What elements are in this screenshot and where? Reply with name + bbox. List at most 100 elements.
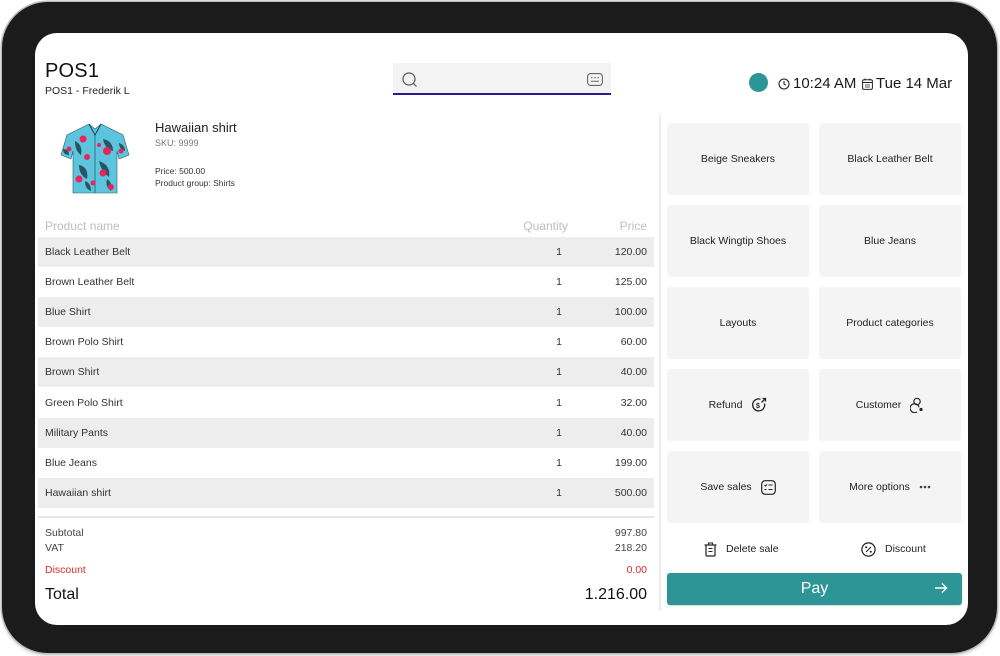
refund-icon: $	[752, 397, 767, 412]
table-row[interactable]: Black Leather Belt 1 120.00	[38, 237, 654, 268]
cart-table: Product name Quantity Price Black Leathe…	[38, 215, 654, 508]
table-row[interactable]: Military Pants 1 40.00	[38, 417, 654, 448]
table-row[interactable]: Brown Leather Belt 1 125.00	[38, 267, 654, 297]
row-quantity: 1	[556, 246, 562, 259]
vat-value: 218.20	[614, 542, 647, 554]
discount-icon	[861, 541, 876, 557]
table-row[interactable]: Blue Jeans 1 199.00	[38, 448, 654, 478]
tile-label: Refund	[708, 399, 743, 411]
tile-label: Product categories	[846, 317, 934, 329]
table-header: Product name Quantity Price	[38, 215, 654, 237]
tile-black-leather-belt[interactable]: Black Leather Belt	[819, 123, 961, 195]
row-product-name: Brown Leather Belt	[45, 276, 135, 289]
row-quantity: 1	[556, 336, 562, 349]
customer-button[interactable]: Customer	[819, 369, 961, 441]
customer-icon	[910, 397, 923, 413]
total-label: Total	[45, 586, 79, 603]
tile-layouts[interactable]: Layouts	[667, 287, 809, 359]
tile-label: Customer	[855, 399, 902, 411]
selected-product-sku: SKU: 9999	[155, 138, 199, 148]
tile-label: Black Wingtip Shoes	[689, 235, 787, 247]
arrow-right-icon	[935, 583, 948, 593]
discount-button[interactable]: Discount	[861, 538, 926, 560]
table-row[interactable]: Brown Polo Shirt 1 60.00	[38, 327, 654, 357]
svg-text:$: $	[756, 403, 760, 410]
row-price: 120.00	[614, 246, 647, 259]
clock: 10:24 AM	[778, 75, 856, 92]
search-input[interactable]	[425, 67, 575, 91]
row-product-name: Blue Shirt	[45, 306, 91, 319]
table-divider	[38, 516, 654, 518]
delete-sale-button[interactable]: Delete sale	[704, 538, 779, 560]
save-sales-button[interactable]: Save sales	[667, 451, 809, 523]
row-quantity: 1	[556, 306, 562, 319]
save-sales-icon	[760, 479, 776, 495]
row-price: 500.00	[614, 486, 647, 499]
discount-value: 0.00	[626, 564, 647, 576]
tile-product-categories[interactable]: Product categories	[819, 287, 961, 359]
hawaiian-shirt-image	[60, 123, 130, 194]
column-header-price: Price	[619, 219, 647, 233]
row-product-name: Hawaiian shirt	[45, 486, 111, 499]
table-row[interactable]: Hawaiian shirt 1 500.00	[38, 477, 654, 508]
subtotal-row: Subtotal 997.80	[45, 527, 647, 539]
search-bar[interactable]	[393, 63, 611, 95]
table-row[interactable]: Blue Shirt 1 100.00	[38, 297, 654, 328]
refund-button[interactable]: Refund $	[667, 369, 809, 441]
tile-label: Save sales	[700, 481, 752, 493]
status-indicator[interactable]	[749, 73, 768, 92]
total-value: 1.216.00	[584, 586, 647, 603]
table-row[interactable]: Green Polo Shirt 1 32.00	[38, 387, 654, 417]
row-quantity: 1	[556, 426, 562, 439]
tile-label: Blue Jeans	[864, 235, 916, 247]
row-price: 40.00	[620, 426, 647, 439]
row-product-name: Brown Shirt	[45, 366, 100, 379]
pay-button[interactable]: Pay	[667, 573, 962, 605]
row-quantity: 1	[556, 276, 562, 289]
row-product-name: Blue Jeans	[45, 456, 97, 469]
tile-blue-jeans[interactable]: Blue Jeans	[819, 205, 961, 277]
tile-label: Black Leather Belt	[847, 153, 933, 165]
row-product-name: Military Pants	[45, 426, 109, 439]
row-price: 125.00	[614, 276, 647, 289]
pay-label: Pay	[800, 580, 829, 597]
row-price: 40.00	[620, 366, 647, 379]
row-price: 199.00	[614, 456, 647, 469]
more-options-icon	[919, 485, 931, 489]
tile-label: Beige Sneakers	[700, 153, 776, 165]
discount-label: Discount	[45, 564, 86, 576]
pos-screen: POS1 POS1 - Frederik L 10:24 AM Tue 14 M…	[35, 33, 968, 625]
selected-product-price: Price: 500.00	[155, 166, 206, 176]
keyboard-icon[interactable]	[587, 73, 603, 86]
row-product-name: Black Leather Belt	[45, 246, 131, 259]
discount-label: Discount	[885, 543, 926, 555]
delete-sale-label: Delete sale	[726, 543, 779, 555]
row-quantity: 1	[556, 456, 562, 469]
column-header-product-name: Product name	[45, 219, 120, 233]
tile-beige-sneakers[interactable]: Beige Sneakers	[667, 123, 809, 195]
date-label: Tue 14 Mar	[876, 75, 953, 92]
tile-label: More options	[849, 481, 910, 493]
row-quantity: 1	[556, 486, 562, 499]
panel-divider	[659, 115, 661, 611]
more-options-button[interactable]: More options	[819, 451, 961, 523]
discount-row: Discount 0.00	[45, 564, 647, 576]
tile-label: Layouts	[719, 317, 757, 329]
row-quantity: 1	[556, 366, 562, 379]
date: Tue 14 Mar	[862, 75, 952, 92]
selected-product-name: Hawaiian shirt	[155, 120, 237, 135]
trash-icon	[704, 541, 717, 557]
tablet-frame: POS1 POS1 - Frederik L 10:24 AM Tue 14 M…	[2, 2, 997, 653]
row-price: 100.00	[614, 306, 647, 319]
tile-black-wingtip-shoes[interactable]: Black Wingtip Shoes	[667, 205, 809, 277]
selected-product-group: Product group: Shirts	[155, 178, 235, 188]
column-header-quantity: Quantity	[523, 219, 568, 233]
search-icon	[402, 72, 417, 87]
page-title: POS1	[45, 60, 100, 82]
table-row[interactable]: Brown Shirt 1 40.00	[38, 357, 654, 388]
row-price: 60.00	[620, 336, 647, 349]
clock-icon	[778, 77, 790, 90]
row-product-name: Brown Polo Shirt	[45, 336, 124, 349]
subtotal-value: 997.80	[614, 527, 647, 539]
subtotal-label: Subtotal	[45, 527, 84, 539]
